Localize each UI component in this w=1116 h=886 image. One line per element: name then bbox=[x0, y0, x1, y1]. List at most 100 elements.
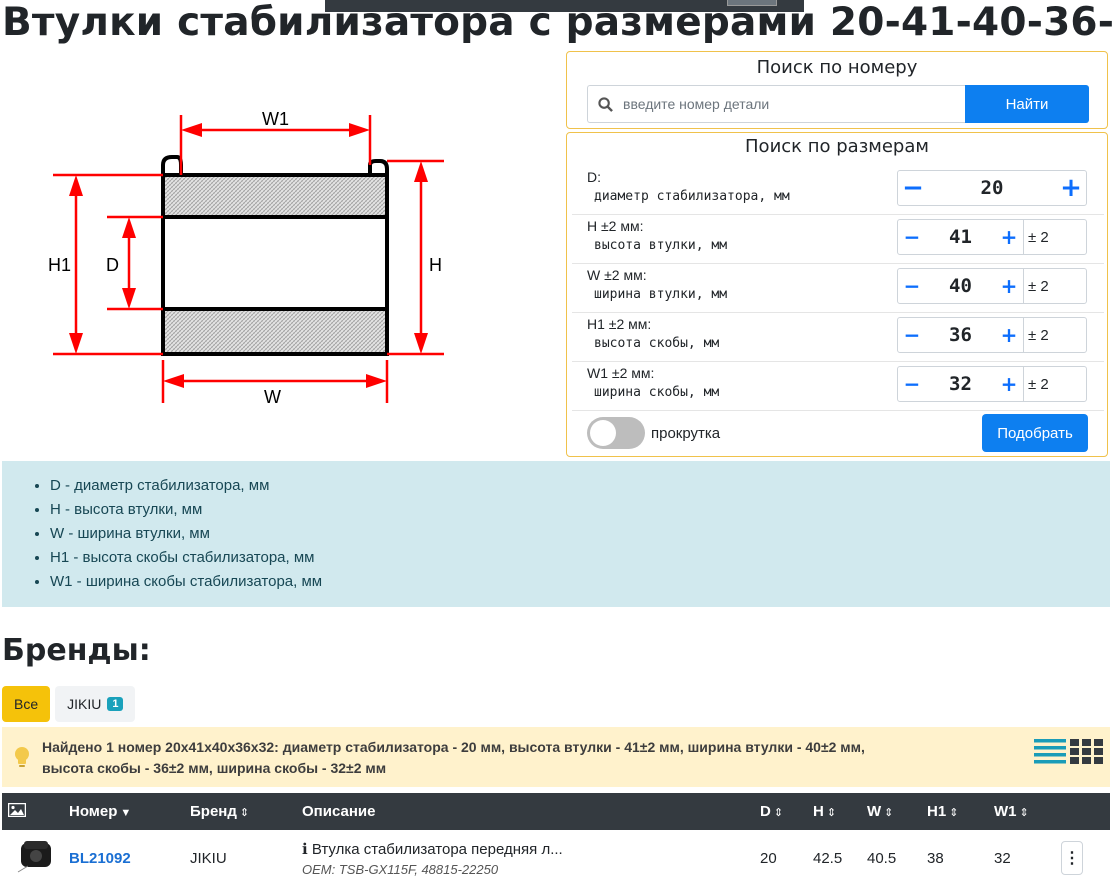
sort-d-header[interactable]: D ⇕ bbox=[760, 793, 813, 830]
dim-row-w1: W1 ±2 мм: ширина скобы, мм −32 + ± 2 bbox=[572, 361, 1104, 411]
dim-label: H ±2 мм: bbox=[587, 218, 644, 234]
label-h: H bbox=[429, 255, 442, 275]
w1-cell: 32 bbox=[994, 849, 1011, 867]
tolerance-value[interactable]: ± 2 bbox=[1024, 229, 1049, 246]
description-cell: ℹ Втулка стабилизатора передняя л... OEM… bbox=[302, 830, 760, 886]
h1-cell: 38 bbox=[927, 849, 944, 867]
more-options-icon[interactable]: ⋮ bbox=[1061, 841, 1083, 875]
h1-value[interactable]: 36 bbox=[926, 324, 995, 346]
w1-value[interactable]: 32 bbox=[926, 373, 995, 395]
h-value[interactable]: 41 bbox=[926, 226, 995, 248]
lightbulb-icon bbox=[15, 747, 29, 767]
scroll-toggle[interactable] bbox=[587, 417, 645, 449]
dim-row-h: H ±2 мм: высота втулки, мм −41 + ± 2 bbox=[572, 214, 1104, 264]
dim-desc: высота скобы, мм bbox=[594, 336, 720, 351]
dim-label: H1 ±2 мм: bbox=[587, 316, 652, 332]
increment-button[interactable]: + bbox=[995, 323, 1023, 347]
increment-button[interactable]: + bbox=[995, 274, 1023, 298]
w1-stepper: −32 + ± 2 bbox=[897, 366, 1087, 402]
caret-down-icon: ▼ bbox=[120, 807, 132, 819]
h-cell: 42.5 bbox=[813, 849, 843, 867]
decrement-button[interactable]: − bbox=[898, 323, 926, 347]
dim-desc: диаметр стабилизатора, мм bbox=[594, 189, 790, 204]
tolerance-value[interactable]: ± 2 bbox=[1024, 327, 1049, 344]
increment-button[interactable]: + bbox=[1056, 173, 1086, 203]
sort-icon: ⇕ bbox=[949, 807, 959, 819]
header-label: H1 bbox=[927, 803, 947, 820]
tab-all[interactable]: Все bbox=[2, 686, 51, 722]
image-icon bbox=[7, 802, 27, 817]
decrement-button[interactable]: − bbox=[898, 372, 926, 396]
dim-desc: высота втулки, мм bbox=[594, 238, 728, 253]
dim-label: W ±2 мм: bbox=[587, 267, 647, 283]
decrement-button[interactable]: − bbox=[898, 274, 926, 298]
scroll-toggle-label: прокрутка bbox=[651, 425, 721, 442]
d-cell: 20 bbox=[760, 849, 777, 867]
w-value[interactable]: 40 bbox=[926, 275, 995, 297]
h1-stepper: −36 + ± 2 bbox=[897, 317, 1087, 353]
decrement-button[interactable]: − bbox=[898, 225, 926, 249]
sort-icon: ⇕ bbox=[239, 807, 250, 819]
oem-text: OEM: TSB-GX115F, 48815-22250 bbox=[302, 861, 499, 877]
tab-label: Все bbox=[14, 696, 39, 712]
tolerance-value[interactable]: ± 2 bbox=[1024, 278, 1049, 295]
search-icon bbox=[598, 96, 613, 112]
dim-desc: ширина втулки, мм bbox=[594, 287, 728, 302]
bushing-bottom-wall bbox=[163, 309, 387, 354]
sort-h-header[interactable]: H ⇕ bbox=[813, 793, 867, 830]
brand-tabs: Все JIKIU 1 bbox=[2, 686, 136, 722]
part-number-input[interactable] bbox=[621, 95, 965, 113]
description-text: Втулка стабилизатора передняя л... bbox=[311, 840, 563, 858]
sort-w1-header[interactable]: W1 ⇕ bbox=[994, 793, 1061, 830]
dim-desc: ширина скобы, мм bbox=[594, 385, 720, 400]
description-header: Описание bbox=[302, 793, 760, 830]
legend-item: D - диаметр стабилизатора, мм bbox=[50, 474, 1110, 498]
header-label: H bbox=[813, 803, 824, 820]
decrement-button[interactable]: − bbox=[898, 173, 928, 203]
bushing-dimension-diagram: W1 H1 D H W bbox=[48, 109, 444, 407]
list-view-icon[interactable] bbox=[1034, 738, 1066, 764]
dim-label: W1 ±2 мм: bbox=[587, 365, 655, 381]
label-d: D bbox=[106, 255, 119, 275]
sort-brand-header[interactable]: Бренд ⇕ bbox=[190, 793, 302, 830]
header-label: D bbox=[760, 803, 771, 820]
view-switcher bbox=[1034, 738, 1104, 764]
increment-button[interactable]: + bbox=[995, 225, 1023, 249]
sort-number-header[interactable]: Номер ▼ bbox=[69, 793, 190, 830]
tolerance-value[interactable]: ± 2 bbox=[1024, 376, 1049, 393]
table-row: BL21092 JIKIU ℹ Втулка стабилизатора пер… bbox=[2, 830, 1110, 886]
count-badge: 1 bbox=[107, 697, 124, 711]
dim-row-h1: H1 ±2 мм: высота скобы, мм −36 + ± 2 bbox=[572, 312, 1104, 362]
sort-w-header[interactable]: W ⇕ bbox=[867, 793, 927, 830]
header-label: Номер bbox=[69, 803, 118, 820]
h-stepper: −41 + ± 2 bbox=[897, 219, 1087, 255]
image-column-header bbox=[2, 793, 69, 830]
d-value[interactable]: 20 bbox=[928, 177, 1056, 199]
sort-icon: ⇕ bbox=[884, 807, 894, 819]
increment-button[interactable]: + bbox=[995, 372, 1023, 396]
product-thumbnail[interactable] bbox=[16, 836, 56, 876]
dimension-legend: D - диаметр стабилизатора, мм H - высота… bbox=[2, 461, 1110, 607]
find-button[interactable]: Найти bbox=[965, 85, 1089, 123]
sort-icon: ⇕ bbox=[1019, 807, 1029, 819]
results-alert: Найдено 1 номер 20x41x40x36x32: диаметр … bbox=[2, 727, 1110, 787]
w-stepper: −40 + ± 2 bbox=[897, 268, 1087, 304]
size-search-panel: Поиск по размерам D: диаметр стабилизато… bbox=[566, 132, 1108, 457]
label-w: W bbox=[264, 387, 281, 407]
toggle-knob bbox=[590, 420, 616, 446]
sort-h1-header[interactable]: H1 ⇕ bbox=[927, 793, 994, 830]
info-circle-icon[interactable]: ℹ bbox=[302, 841, 308, 858]
grid-view-icon[interactable] bbox=[1070, 738, 1104, 764]
number-search-group: Найти bbox=[587, 85, 1089, 123]
number-search-panel: Поиск по номеру Найти bbox=[566, 51, 1108, 129]
part-number-link[interactable]: BL21092 bbox=[69, 850, 131, 867]
legend-item: W - ширина втулки, мм bbox=[50, 522, 1110, 546]
label-w1: W1 bbox=[262, 109, 289, 129]
dim-row-w: W ±2 мм: ширина втулки, мм −40 + ± 2 bbox=[572, 263, 1104, 313]
tab-jikiu[interactable]: JIKIU 1 bbox=[55, 686, 136, 722]
brand-cell: JIKIU bbox=[190, 849, 227, 867]
dim-row-d: D: диаметр стабилизатора, мм − 20 + bbox=[572, 165, 1104, 215]
select-button[interactable]: Подобрать bbox=[982, 414, 1088, 452]
results-message-line2: высота скобы - 36±2 мм, ширина скобы - 3… bbox=[42, 760, 387, 776]
sort-icon: ⇕ bbox=[773, 807, 784, 819]
